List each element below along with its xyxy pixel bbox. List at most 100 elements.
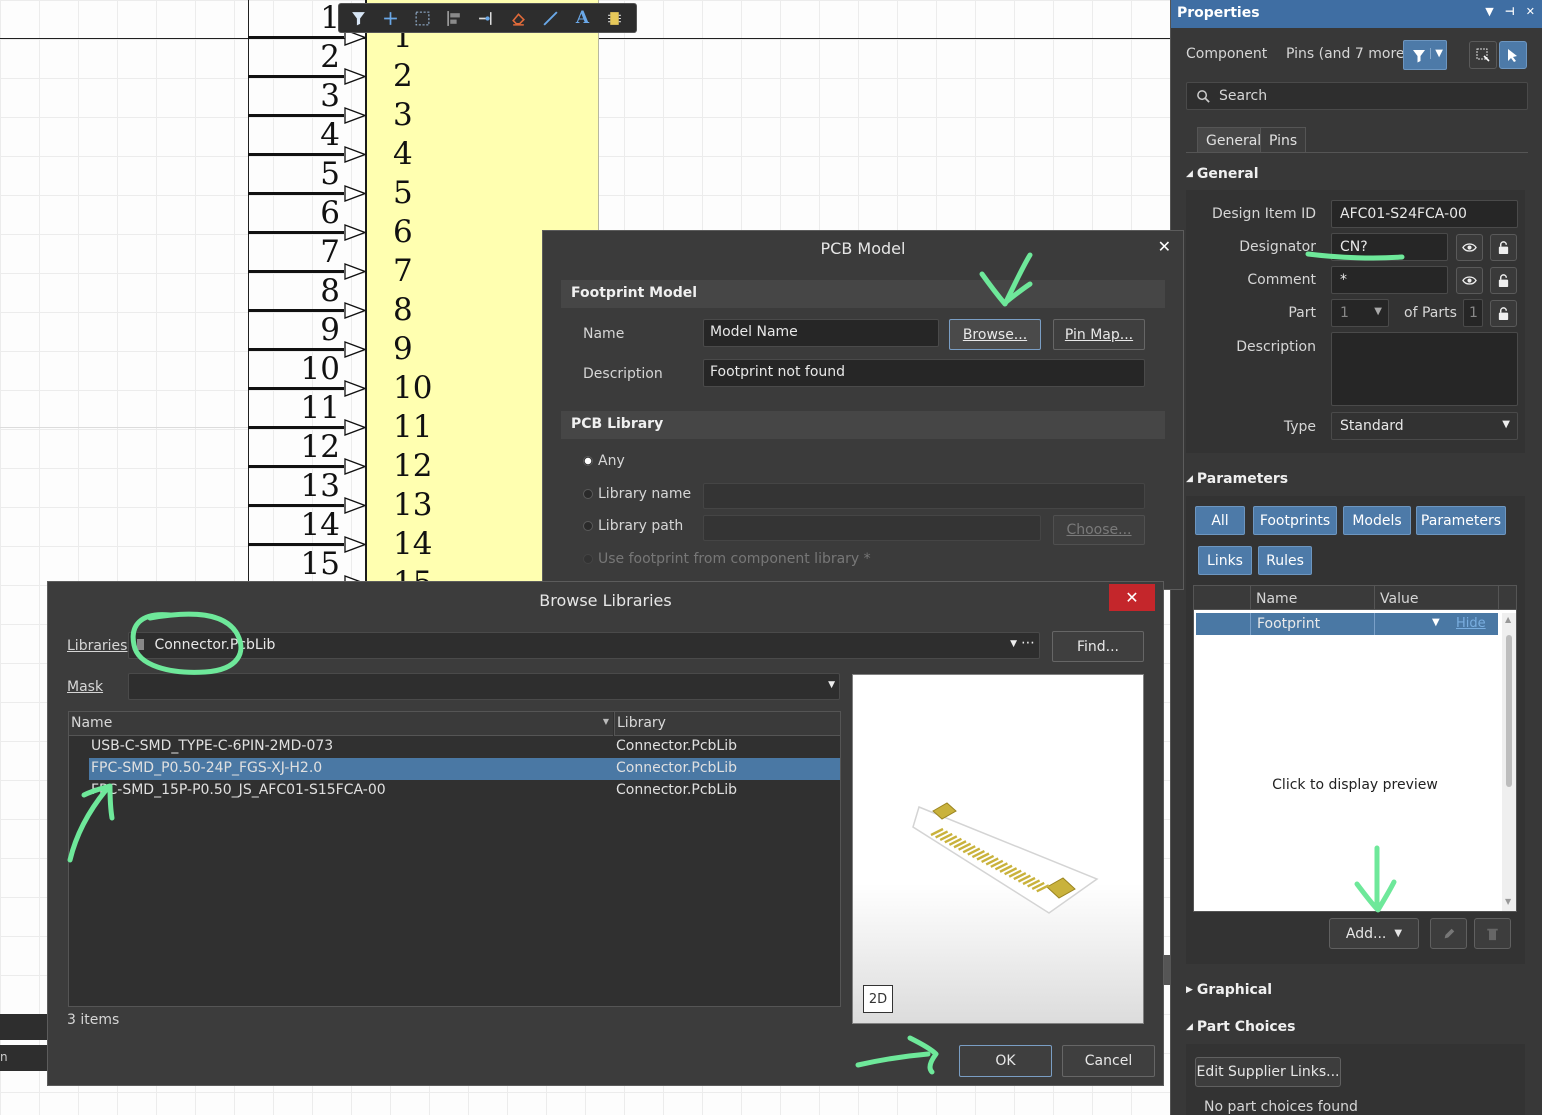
part-lock-button[interactable] xyxy=(1490,300,1517,327)
table-row[interactable]: FPC-SMD_15P-P0.50_JS_AFC01-S15FCA-00 Con… xyxy=(89,780,840,802)
parameters-table: Name Value Footprint ▼ Hide ▲ ▼ Click to… xyxy=(1193,585,1517,912)
design-item-id-field[interactable]: AFC01-S24FCA-00 xyxy=(1331,200,1518,228)
filter-icon[interactable] xyxy=(345,6,372,30)
tab-pins[interactable]: Pins xyxy=(1260,127,1307,153)
edit-supplier-links-button[interactable]: Edit Supplier Links... xyxy=(1195,1057,1341,1087)
ok-button[interactable]: OK xyxy=(959,1045,1052,1077)
param-filter-links[interactable]: Links xyxy=(1198,546,1252,575)
designator-field[interactable]: CN? xyxy=(1331,233,1448,261)
edit-parameter-button[interactable] xyxy=(1430,918,1467,949)
pin-row[interactable]: 1515 xyxy=(248,545,432,601)
footprint-preview[interactable]: 2D xyxy=(852,674,1144,1024)
radio-library-path[interactable]: Library path xyxy=(583,518,683,534)
pin-row[interactable]: 13 13 xyxy=(248,467,432,523)
pin-row[interactable]: 33 xyxy=(248,77,428,133)
text-icon[interactable]: A xyxy=(569,6,596,30)
radio-library-name[interactable]: Library name xyxy=(583,486,691,502)
param-column-name[interactable]: Name xyxy=(1256,591,1297,607)
table-row[interactable]: USB-C-SMD_TYPE-C-6PIN-2MD-073 Connector.… xyxy=(89,736,840,758)
pin-row[interactable]: 14 14 xyxy=(248,506,432,562)
param-filter-parameters[interactable]: Parameters xyxy=(1416,506,1506,535)
pin-number: 14 xyxy=(300,507,340,543)
more-options-icon[interactable]: ⋯ xyxy=(1021,635,1035,651)
pin-number: 13 xyxy=(300,468,340,504)
param-filter-rules[interactable]: Rules xyxy=(1258,546,1312,575)
comment-visibility-button[interactable] xyxy=(1456,267,1483,294)
column-library-header[interactable]: Library xyxy=(614,712,840,736)
view-2d-button[interactable]: 2D xyxy=(863,985,893,1013)
pin-row[interactable]: 77 xyxy=(248,233,428,289)
param-column-value[interactable]: Value xyxy=(1380,591,1418,607)
pin-row[interactable]: 88 xyxy=(248,272,428,328)
designator-lock-button[interactable] xyxy=(1490,234,1517,261)
comment-field[interactable]: * xyxy=(1331,266,1448,294)
delete-parameter-button[interactable] xyxy=(1474,918,1511,949)
radio-any[interactable]: Any xyxy=(583,453,625,469)
close-icon[interactable]: ✕ xyxy=(1158,237,1171,256)
eraser-icon[interactable] xyxy=(505,6,532,30)
filter-summary[interactable]: Pins (and 7 more) xyxy=(1286,46,1410,62)
close-icon[interactable]: ✕ xyxy=(1109,584,1155,611)
line-icon[interactable] xyxy=(537,6,564,30)
select-mask-button[interactable] xyxy=(1469,41,1497,69)
add-parameter-button[interactable]: Add... ▼ xyxy=(1329,918,1419,949)
parameters-section-header[interactable]: ◢ Parameters xyxy=(1186,471,1288,487)
pin-panel-icon[interactable]: ⊣ xyxy=(1505,5,1515,18)
add-parameter-label: Add... xyxy=(1345,925,1387,942)
part-choices-section-header[interactable]: ◢ Part Choices xyxy=(1186,1019,1296,1035)
pin-map-button[interactable]: Pin Map... xyxy=(1053,319,1145,350)
general-section-header[interactable]: ◢ General xyxy=(1186,166,1259,182)
graphical-section-header[interactable]: ▶ Graphical xyxy=(1186,982,1272,998)
align-icon[interactable] xyxy=(441,6,468,30)
scroll-down-icon[interactable]: ▼ xyxy=(1505,897,1511,906)
pin-number: 2 xyxy=(320,39,340,75)
row-library: Connector.PcbLib xyxy=(616,738,737,754)
filter-dropdown-button[interactable]: ▼ xyxy=(1403,40,1447,70)
scroll-thumb[interactable] xyxy=(1506,635,1512,787)
text-glyph: A xyxy=(575,8,590,28)
table-row[interactable]: Footprint ▼ Hide xyxy=(1196,613,1498,635)
part-icon[interactable] xyxy=(601,6,628,30)
panel-menu-icon[interactable]: ▼ xyxy=(1485,5,1493,18)
part-choices-status: No part choices found xyxy=(1204,1099,1358,1115)
select-rect-icon[interactable] xyxy=(409,6,436,30)
pin-row[interactable]: 22 xyxy=(248,38,428,94)
pin-row[interactable]: 12 12 xyxy=(248,428,432,484)
preview-placeholder[interactable]: Click to display preview xyxy=(1194,777,1516,793)
model-name-field[interactable]: Model Name xyxy=(703,319,939,347)
part-select[interactable]: 1 ▼ xyxy=(1331,299,1389,327)
part-choices-heading: Part Choices xyxy=(1196,1019,1296,1035)
search-input[interactable]: Search xyxy=(1186,82,1528,110)
pin-icon[interactable] xyxy=(473,6,500,30)
param-filter-models[interactable]: Models xyxy=(1343,506,1411,535)
comment-lock-button[interactable] xyxy=(1490,267,1517,294)
description-field[interactable] xyxy=(1331,332,1518,406)
param-row-hide-link[interactable]: Hide xyxy=(1456,616,1486,631)
close-icon[interactable]: ✕ xyxy=(1526,5,1535,18)
parameters-scrollbar[interactable]: ▲ ▼ xyxy=(1502,613,1516,911)
table-row-selected[interactable]: FPC-SMD_P0.50-24P_FGS-XJ-H2.0 Connector.… xyxy=(89,758,840,780)
pin-row[interactable]: 55 xyxy=(248,155,428,211)
find-button[interactable]: Find... xyxy=(1052,631,1144,662)
param-filter-footprints[interactable]: Footprints xyxy=(1253,506,1337,535)
pin-row[interactable]: 11 11 xyxy=(248,389,432,445)
pin-number: 11 xyxy=(300,390,340,426)
param-filter-all[interactable]: All xyxy=(1195,506,1245,535)
scroll-up-icon[interactable]: ▲ xyxy=(1505,615,1511,624)
pin-row[interactable]: 10 10 xyxy=(248,350,432,406)
cancel-button[interactable]: Cancel xyxy=(1062,1045,1155,1077)
designator-visibility-button[interactable] xyxy=(1456,234,1483,261)
type-select[interactable]: Standard ▼ xyxy=(1331,412,1518,440)
pin-row[interactable]: 66 xyxy=(248,194,428,250)
parameters-heading: Parameters xyxy=(1196,471,1289,487)
browse-button[interactable]: Browse... xyxy=(949,319,1041,350)
cross-icon[interactable] xyxy=(377,6,404,30)
mask-input[interactable]: ▼ xyxy=(128,673,840,700)
library-select[interactable]: Connector.PcbLib ▼ ⋯ xyxy=(128,632,1040,659)
column-name-header[interactable]: Name ▼ xyxy=(69,712,613,736)
footprint-model-heading: Footprint Model xyxy=(561,280,1165,308)
chevron-down-icon[interactable]: ▼ xyxy=(1432,617,1440,628)
pin-row[interactable]: 44 xyxy=(248,116,428,172)
select-pointer-button[interactable] xyxy=(1499,41,1527,69)
pin-row[interactable]: 99 xyxy=(248,311,428,367)
